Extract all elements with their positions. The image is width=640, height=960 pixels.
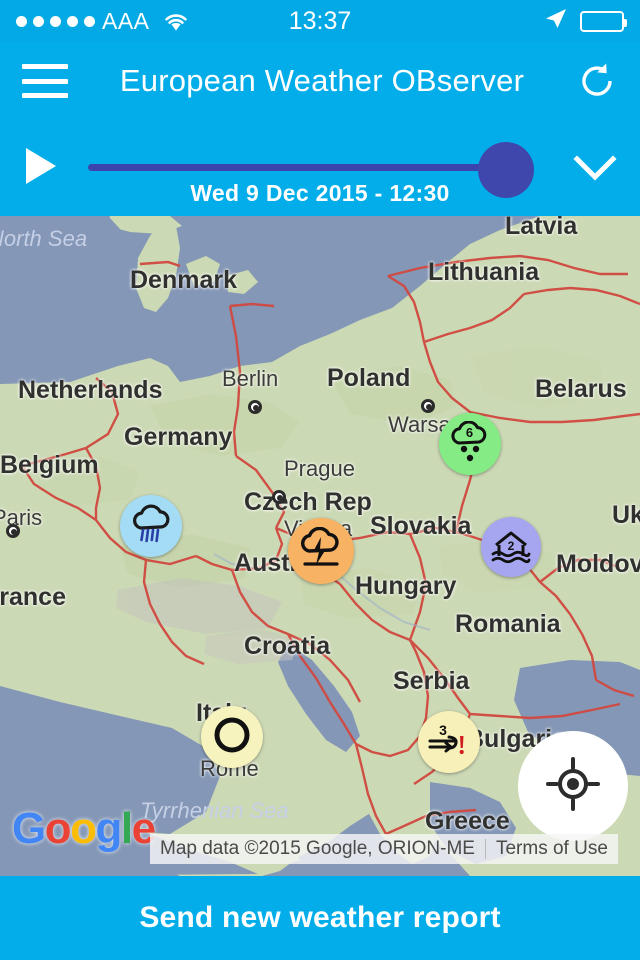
map-city-dot <box>248 400 262 414</box>
status-bar-clock: 13:37 <box>288 6 352 35</box>
map-data-credit: Map data ©2015 Google, ORION-ME <box>160 838 475 859</box>
hail-cloud-icon: 6 <box>447 420 493 468</box>
google-logo: Google <box>12 804 156 853</box>
map-city-dot <box>6 524 20 538</box>
wind-value: 3 <box>439 722 447 738</box>
map-city-dot <box>421 399 435 413</box>
thunderstorm-cloud-icon <box>296 526 346 576</box>
timeline-bar: Wed 9 Dec 2015 - 12:30 <box>0 120 640 216</box>
carrier-label: AAA <box>102 7 150 34</box>
map-city-dot <box>272 490 286 504</box>
attribution-divider <box>484 839 486 859</box>
weather-marker-hail[interactable]: 6 <box>439 413 501 475</box>
weather-marker-clear-sky[interactable] <box>201 706 263 768</box>
weather-marker-rain[interactable] <box>120 495 182 557</box>
rain-cloud-icon <box>128 504 174 549</box>
sun-icon <box>209 712 255 763</box>
my-location-button[interactable] <box>518 731 628 841</box>
wifi-icon <box>163 12 187 31</box>
map-view[interactable]: North Sea Tyrrhenian Sea Denmark Latvia … <box>0 216 640 876</box>
my-location-crosshair-icon <box>546 756 600 816</box>
battery-icon <box>580 10 627 32</box>
timeline-datetime-label: Wed 9 Dec 2015 - 12:30 <box>190 180 450 206</box>
app-root: AAA 13:37 European Weather OBserver Wed … <box>0 0 640 960</box>
weather-marker-wind[interactable]: 3 <box>418 711 480 773</box>
send-weather-report-button[interactable]: Send new weather report <box>0 876 640 960</box>
play-icon[interactable] <box>26 148 56 184</box>
status-bar-right <box>351 6 627 37</box>
refresh-icon[interactable] <box>576 60 618 102</box>
page-title: European Weather OBserver <box>119 63 525 98</box>
send-weather-report-label: Send new weather report <box>139 901 501 934</box>
flood-house-icon: 2 <box>488 525 534 570</box>
weather-marker-thunderstorm[interactable] <box>288 518 354 584</box>
weather-marker-flood[interactable]: 2 <box>481 517 541 577</box>
location-arrow-icon <box>542 6 568 37</box>
hail-value: 6 <box>466 425 473 440</box>
wind-warning-icon: 3 <box>425 719 473 766</box>
map-attribution: Map data ©2015 Google, ORION-ME Terms of… <box>150 834 618 864</box>
status-bar-left: AAA <box>16 8 289 35</box>
flood-value: 2 <box>508 539 515 553</box>
terms-of-use-link[interactable]: Terms of Use <box>496 838 608 860</box>
signal-strength-dots <box>16 15 95 27</box>
warning-exclamation <box>459 735 464 754</box>
hamburger-menu-icon[interactable] <box>22 64 68 98</box>
time-slider-track <box>88 164 508 171</box>
status-bar: AAA 13:37 <box>0 0 640 42</box>
app-header: European Weather OBserver <box>0 42 640 120</box>
